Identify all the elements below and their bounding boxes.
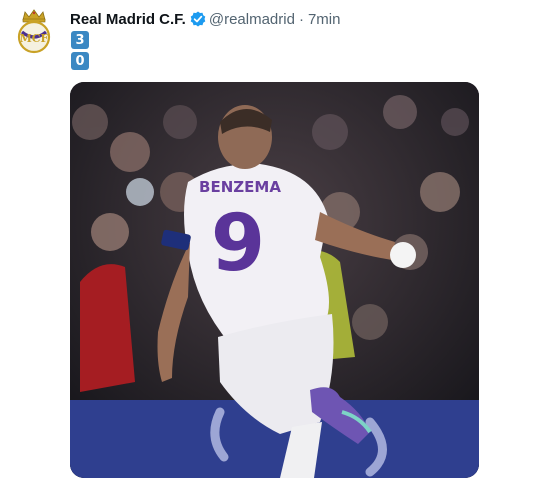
- celebration-photo: BENZEMA 9: [70, 82, 479, 478]
- avatar[interactable]: MCF: [16, 8, 52, 54]
- separator-dot: ·: [298, 10, 304, 28]
- tweet-header: Real Madrid C.F. @realmadrid · 7min: [70, 9, 340, 29]
- real-madrid-crest-icon: MCF: [17, 9, 51, 54]
- keycap-0-emoji: 0: [71, 52, 89, 70]
- jersey-number: 9: [211, 199, 265, 289]
- tweet[interactable]: MCF Real Madrid C.F. @realmadrid · 7min …: [0, 0, 559, 478]
- svg-text:MCF: MCF: [20, 32, 49, 45]
- timestamp[interactable]: 7min: [308, 11, 341, 28]
- verified-badge-icon: [190, 11, 206, 27]
- tweet-media-photo[interactable]: BENZEMA 9: [70, 82, 479, 478]
- keycap-3-emoji: 3: [71, 31, 89, 49]
- jersey-name: BENZEMA: [199, 178, 281, 196]
- tweet-text: 3 0: [71, 31, 89, 73]
- author-handle[interactable]: @realmadrid: [209, 11, 295, 28]
- author-name[interactable]: Real Madrid C.F.: [70, 11, 186, 28]
